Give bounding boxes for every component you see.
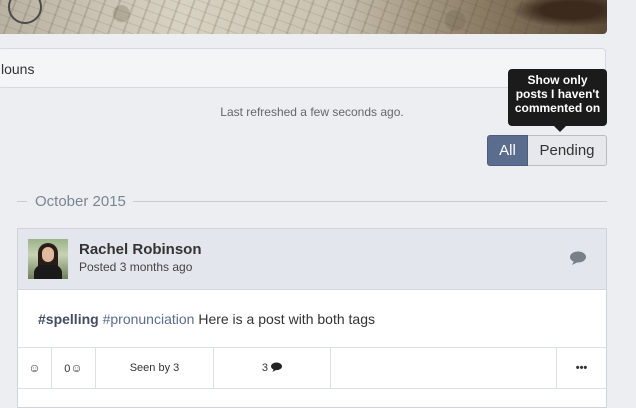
smiley-icon: ☺ <box>28 361 41 375</box>
comment-bubble-icon[interactable] <box>570 251 586 265</box>
comment-count: 3 <box>261 362 269 374</box>
header-banner-image <box>0 0 607 34</box>
tag-pronunciation[interactable]: #pronunciation <box>103 311 195 327</box>
author-name[interactable]: Rachel Robinson <box>79 241 202 258</box>
seen-by-label: Seen by 3 <box>129 362 180 374</box>
banner-decoration <box>487 0 607 34</box>
filter-pending-button[interactable]: Pending <box>528 135 607 166</box>
reaction-count-button[interactable]: 0☺ <box>52 348 96 388</box>
filter-all-button[interactable]: All <box>487 135 528 166</box>
post-text: Here is a post with both tags <box>194 311 375 327</box>
posted-time: Posted 3 months ago <box>79 260 193 274</box>
author-avatar[interactable] <box>28 239 68 279</box>
post-action-bar: ☺ 0☺ Seen by 3 3 ••• <box>18 347 606 389</box>
comment-bubble-icon <box>271 362 283 372</box>
seen-by-button[interactable]: Seen by 3 <box>96 348 214 388</box>
comments-button[interactable]: 3 <box>214 348 331 388</box>
action-spacer <box>331 348 557 388</box>
post-header: Rachel Robinson Posted 3 months ago <box>18 229 606 290</box>
more-options-button[interactable]: ••• <box>557 348 606 388</box>
post-card: Rachel Robinson Posted 3 months ago #spe… <box>17 228 607 408</box>
month-heading: October 2015 <box>35 193 126 210</box>
smiley-icon: ☺ <box>70 361 83 375</box>
compass-graphic <box>8 0 42 24</box>
post-body: #spelling #pronunciation Here is a post … <box>38 311 375 327</box>
add-reaction-button[interactable]: ☺ <box>18 348 52 388</box>
community-name: louns <box>1 61 35 77</box>
tag-spelling[interactable]: #spelling <box>38 311 99 327</box>
filter-tooltip: Show only posts I haven't commented on <box>508 69 607 132</box>
month-divider-right <box>133 201 607 202</box>
month-divider-left <box>17 201 27 202</box>
